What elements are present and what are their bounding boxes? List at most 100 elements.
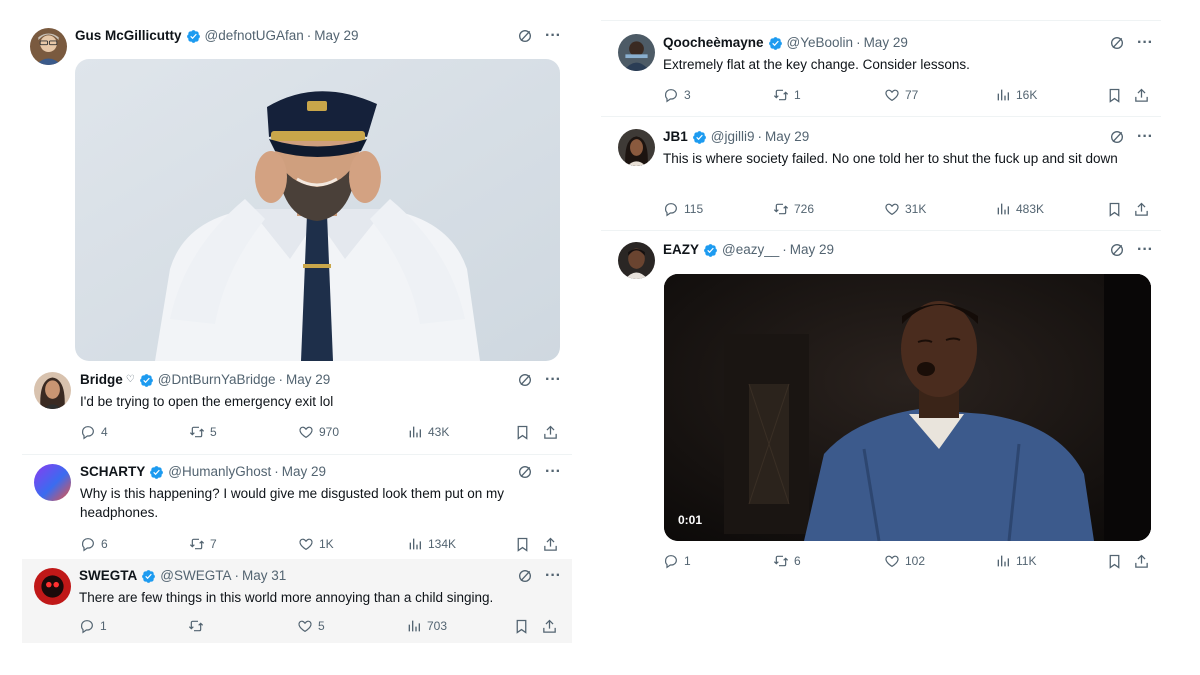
- reply-icon: [79, 618, 95, 634]
- verified-badge-icon: [186, 29, 201, 44]
- handle[interactable]: @defnotUGAfan: [205, 27, 304, 45]
- reply-button[interactable]: 1: [663, 552, 691, 570]
- like-button[interactable]: 1K: [298, 535, 334, 553]
- handle[interactable]: @DntBurnYaBridge: [158, 371, 276, 389]
- display-name[interactable]: Gus McGillicutty: [75, 27, 182, 45]
- views-button[interactable]: 703: [406, 617, 447, 635]
- post-date[interactable]: May 29: [790, 241, 834, 259]
- bookmark-button[interactable]: [514, 535, 531, 553]
- bookmark-button[interactable]: [1106, 552, 1123, 570]
- share-button[interactable]: [1133, 552, 1150, 570]
- heart-outline-icon: ♡: [125, 374, 135, 385]
- display-name[interactable]: SWEGTA: [79, 567, 137, 585]
- bookmark-icon: [513, 618, 530, 635]
- avatar[interactable]: [34, 464, 71, 501]
- like-button[interactable]: 77: [884, 86, 918, 104]
- reply-post[interactable]: JB1 @jgilli9 · May 29 ··· This is where …: [601, 117, 1161, 230]
- more-icon[interactable]: ···: [545, 568, 561, 584]
- avatar[interactable]: [618, 129, 655, 166]
- retweet-button[interactable]: 7: [189, 535, 217, 553]
- reply-post[interactable]: Qoocheèmayne @YeBoolin · May 29 ··· Extr…: [601, 21, 1161, 116]
- more-icon[interactable]: ···: [545, 464, 561, 480]
- views-button[interactable]: 16K: [995, 86, 1037, 104]
- more-icon[interactable]: ···: [1137, 129, 1153, 145]
- bookmark-button[interactable]: [1106, 200, 1123, 218]
- reply-button[interactable]: 6: [80, 535, 108, 553]
- views-button[interactable]: 134K: [407, 535, 456, 553]
- more-icon[interactable]: ···: [1137, 35, 1153, 51]
- share-button[interactable]: [1133, 86, 1150, 104]
- reply-post[interactable]: SWEGTA @SWEGTA · May 31 ··· There are fe…: [22, 559, 572, 643]
- handle[interactable]: @jgilli9: [711, 128, 755, 146]
- reply-post[interactable]: SCHARTY @HumanlyGhost · May 29 ··· Why i…: [22, 455, 572, 559]
- reply-button[interactable]: 3: [663, 86, 691, 104]
- handle[interactable]: @SWEGTA: [160, 567, 231, 585]
- grok-icon[interactable]: [517, 568, 533, 584]
- grok-icon[interactable]: [517, 372, 533, 388]
- grok-icon[interactable]: [517, 28, 533, 44]
- views-button[interactable]: 43K: [407, 423, 449, 441]
- main-post[interactable]: Gus McGillicutty @defnotUGAfan · May 29 …: [22, 18, 572, 363]
- views-button[interactable]: 483K: [995, 200, 1044, 218]
- post-date[interactable]: May 29: [282, 463, 326, 481]
- view-count: 703: [427, 619, 448, 633]
- post-date[interactable]: May 29: [314, 27, 358, 45]
- grok-icon[interactable]: [1109, 129, 1125, 145]
- handle[interactable]: @eazy__: [722, 241, 779, 259]
- share-button[interactable]: [542, 423, 559, 441]
- like-button[interactable]: 31K: [884, 200, 926, 218]
- reply-button[interactable]: 115: [663, 200, 703, 218]
- post-date[interactable]: May 29: [286, 371, 330, 389]
- reply-post[interactable]: Bridge ♡ @DntBurnYaBridge · May 29 ··· I…: [22, 363, 572, 455]
- share-button[interactable]: [1133, 200, 1150, 218]
- avatar[interactable]: [30, 28, 67, 65]
- share-button[interactable]: [541, 617, 558, 635]
- reply-button[interactable]: 1: [79, 617, 107, 635]
- post-date[interactable]: May 29: [765, 128, 809, 146]
- post-image[interactable]: [75, 59, 560, 361]
- display-name[interactable]: Qoocheèmayne: [663, 34, 764, 52]
- like-button[interactable]: 970: [298, 423, 339, 441]
- like-count: 102: [905, 554, 926, 568]
- avatar[interactable]: [34, 372, 71, 409]
- avatar[interactable]: [618, 34, 655, 71]
- retweet-button[interactable]: [188, 617, 209, 635]
- bookmark-icon: [1106, 201, 1123, 218]
- share-button[interactable]: [542, 535, 559, 553]
- display-name[interactable]: Bridge: [80, 371, 123, 389]
- post-date[interactable]: May 29: [864, 34, 908, 52]
- display-name[interactable]: SCHARTY: [80, 463, 145, 481]
- bookmark-button[interactable]: [513, 617, 530, 635]
- bookmark-button[interactable]: [514, 423, 531, 441]
- video-player[interactable]: 0:01: [664, 274, 1151, 541]
- views-icon: [995, 87, 1011, 103]
- bookmark-icon: [514, 424, 531, 441]
- like-button[interactable]: 5: [297, 617, 325, 635]
- reply-button[interactable]: 4: [80, 423, 108, 441]
- handle[interactable]: @YeBoolin: [787, 34, 854, 52]
- retweet-button[interactable]: 1: [773, 86, 801, 104]
- more-icon[interactable]: ···: [1137, 242, 1153, 258]
- avatar[interactable]: [618, 242, 655, 279]
- verified-badge-icon: [692, 130, 707, 145]
- like-button[interactable]: 102: [884, 552, 925, 570]
- post-date[interactable]: May 31: [242, 567, 286, 585]
- views-button[interactable]: 11K: [995, 552, 1036, 570]
- more-icon[interactable]: ···: [545, 28, 561, 44]
- display-name[interactable]: JB1: [663, 128, 688, 146]
- views-icon: [995, 201, 1011, 217]
- grok-icon[interactable]: [1109, 242, 1125, 258]
- reply-post[interactable]: EAZY @eazy__ · May 29 ··· 0:01 1 6 102 1…: [601, 231, 1161, 581]
- handle[interactable]: @HumanlyGhost: [168, 463, 271, 481]
- grok-icon[interactable]: [1109, 35, 1125, 51]
- retweet-count: 5: [210, 425, 217, 439]
- avatar[interactable]: [34, 568, 71, 605]
- grok-icon[interactable]: [517, 464, 533, 480]
- retweet-button[interactable]: 5: [189, 423, 217, 441]
- bookmark-button[interactable]: [1106, 86, 1123, 104]
- reply-count: 115: [684, 202, 704, 216]
- retweet-button[interactable]: 6: [773, 552, 801, 570]
- retweet-button[interactable]: 726: [773, 200, 814, 218]
- display-name[interactable]: EAZY: [663, 241, 699, 259]
- more-icon[interactable]: ···: [545, 372, 561, 388]
